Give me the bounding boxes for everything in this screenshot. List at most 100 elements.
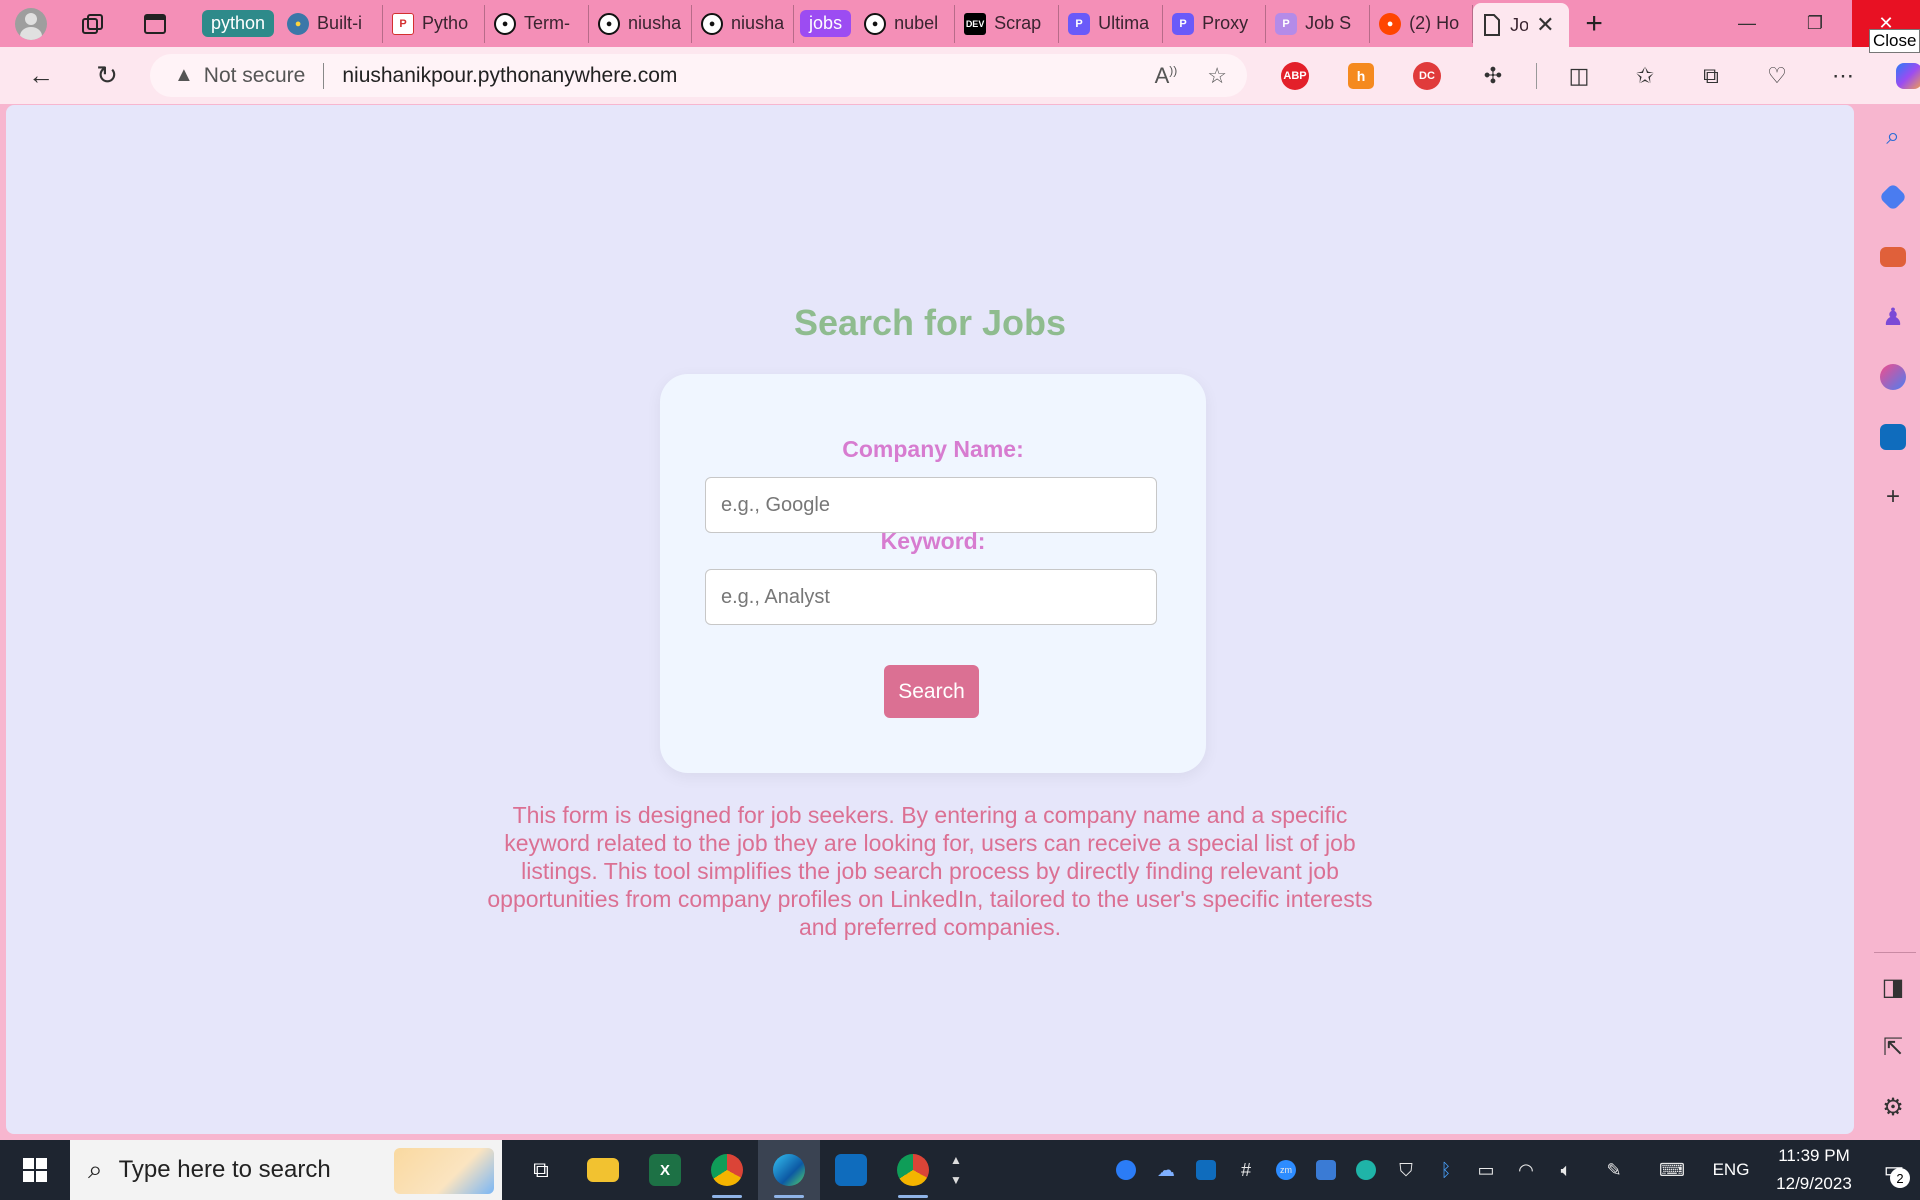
- tab-ultima[interactable]: P Ultima: [1059, 4, 1164, 43]
- tray-security[interactable]: ⛉: [1386, 1140, 1426, 1200]
- tray-wifi[interactable]: ◠: [1506, 1140, 1546, 1200]
- tray-edu[interactable]: [1346, 1140, 1386, 1200]
- tray-onedrive[interactable]: ☁: [1146, 1140, 1186, 1200]
- dc-extension[interactable]: DC: [1394, 47, 1460, 104]
- vertical-tabs-button[interactable]: [124, 0, 186, 47]
- restore-button[interactable]: ❐: [1781, 0, 1849, 47]
- new-tab-button[interactable]: +: [1569, 0, 1619, 47]
- tab-niusha-2[interactable]: ● niusha: [692, 4, 795, 43]
- tray-zoom[interactable]: zm: [1266, 1140, 1306, 1200]
- clock[interactable]: 11:39 PM 12/9/2023: [1760, 1142, 1868, 1198]
- sidebar-games-button[interactable]: ♟: [1866, 297, 1920, 337]
- company-name-input[interactable]: [705, 477, 1157, 533]
- minimize-button[interactable]: —: [1713, 0, 1781, 47]
- windows-taskbar: ⌕ Type here to search ⧉ X ▲ ▼ ☁ # zm ⛉ ᛒ …: [0, 1140, 1920, 1200]
- browser-essentials-button[interactable]: ♡: [1744, 47, 1810, 104]
- tab-python-pdf[interactable]: P Pytho: [383, 4, 486, 43]
- volume-icon: 🔈︎: [1560, 1159, 1572, 1180]
- app-icon: [1316, 1160, 1336, 1180]
- tray-battery[interactable]: ▭: [1466, 1140, 1506, 1200]
- tray-pen[interactable]: ✎: [1586, 1140, 1642, 1200]
- tab-group-python[interactable]: python: [196, 5, 278, 43]
- start-button[interactable]: [0, 1140, 70, 1200]
- sidebar-m365-button[interactable]: [1866, 357, 1920, 397]
- sidebar-outlook-button[interactable]: [1866, 417, 1920, 457]
- tab-built-in[interactable]: ● Built-i: [278, 4, 384, 43]
- tab-scrap[interactable]: DEV Scrap: [955, 4, 1060, 43]
- collections-button[interactable]: ⧉: [1678, 47, 1744, 104]
- tab-reddit[interactable]: ● (2) Ho: [1370, 4, 1474, 43]
- tab-label: Job S: [1305, 13, 1352, 33]
- favorites-button[interactable]: ✩: [1612, 47, 1678, 104]
- taskbar-scroll[interactable]: ▲ ▼: [944, 1140, 968, 1200]
- tray-keyboard[interactable]: ⌨: [1642, 1140, 1702, 1200]
- extensions-button[interactable]: ✣: [1460, 47, 1526, 104]
- language-indicator[interactable]: ENG: [1702, 1160, 1760, 1180]
- chrome-icon: [711, 1154, 743, 1186]
- sidebar-hide-button[interactable]: ◨: [1866, 967, 1920, 1007]
- outlook-app[interactable]: [820, 1140, 882, 1200]
- system-tray: ☁ # zm ⛉ ᛒ ▭ ◠ 🔈︎ ✎ ⌨ ENG 11:39 PM 12/9/…: [1106, 1140, 1920, 1200]
- sidebar-shopping-button[interactable]: [1866, 177, 1920, 217]
- tray-volume[interactable]: 🔈︎: [1546, 1140, 1586, 1200]
- settings-more-button[interactable]: ⋯: [1810, 47, 1876, 104]
- address-divider: [323, 62, 325, 89]
- security-label[interactable]: Not secure: [204, 64, 306, 88]
- notification-count-badge: 2: [1890, 1168, 1910, 1188]
- split-screen-button[interactable]: ◫: [1546, 47, 1612, 104]
- url-text[interactable]: niushanikpour.pythonanywhere.com: [342, 64, 677, 88]
- chrome-profile-app[interactable]: [882, 1140, 944, 1200]
- close-tab-icon[interactable]: ✕: [1536, 12, 1554, 38]
- address-bar[interactable]: ▲ Not secure niushanikpour.pythonanywher…: [150, 54, 1247, 97]
- tab-niusha-1[interactable]: ● niusha: [589, 4, 693, 43]
- tray-defender[interactable]: [1106, 1140, 1146, 1200]
- tray-bluetooth[interactable]: ᛒ: [1426, 1140, 1466, 1200]
- tab-list: python ● Built-i P Pytho ● Term- ● niush…: [196, 0, 1619, 47]
- tab-active-jobs[interactable]: Jo ✕: [1473, 3, 1570, 47]
- tray-app[interactable]: [1306, 1140, 1346, 1200]
- profile-button[interactable]: [0, 0, 62, 47]
- gear-icon: ⚙: [1882, 1093, 1904, 1121]
- refresh-button[interactable]: ↻: [74, 47, 140, 104]
- tab-job-s[interactable]: P Job S: [1266, 4, 1371, 43]
- tray-outlook[interactable]: [1186, 1140, 1226, 1200]
- keyword-input[interactable]: [705, 569, 1157, 625]
- battery-icon: ▭: [1477, 1159, 1495, 1180]
- back-button[interactable]: ←: [8, 47, 74, 104]
- tab-nubel[interactable]: ● nubel: [855, 4, 956, 43]
- tab-label: niusha: [628, 13, 682, 33]
- browser-toolbar: ← ↻ ▲ Not secure niushanikpour.pythonany…: [0, 47, 1920, 104]
- wifi-icon: ◠: [1518, 1159, 1534, 1180]
- sidebar-settings-button[interactable]: ⚙: [1866, 1087, 1920, 1127]
- honey-extension[interactable]: h: [1328, 47, 1394, 104]
- sidebar-tools-button[interactable]: [1866, 237, 1920, 277]
- sidebar-add-button[interactable]: +: [1866, 477, 1920, 517]
- favorite-star-icon[interactable]: ☆: [1207, 63, 1227, 89]
- sidebar-search-button[interactable]: ⌕: [1866, 117, 1920, 157]
- tab-group-jobs[interactable]: jobs: [794, 5, 855, 43]
- edge-app[interactable]: [758, 1140, 820, 1200]
- page-title: Search for Jobs: [793, 302, 1067, 343]
- search-icon: ⌕: [1886, 123, 1900, 150]
- excel-app[interactable]: X: [634, 1140, 696, 1200]
- notification-center-button[interactable]: ▭ 2: [1868, 1140, 1920, 1200]
- tray-slack[interactable]: #: [1226, 1140, 1266, 1200]
- adblock-extension[interactable]: ABP: [1262, 47, 1328, 104]
- tab-label: (2) Ho: [1409, 13, 1460, 33]
- tab-proxy[interactable]: P Proxy: [1163, 4, 1267, 43]
- copilot-button[interactable]: [1876, 47, 1920, 104]
- proxy-icon: P: [1275, 12, 1298, 35]
- chrome-app[interactable]: [696, 1140, 758, 1200]
- workspaces-button[interactable]: [62, 0, 124, 47]
- taskbar-search[interactable]: ⌕ Type here to search: [70, 1140, 502, 1200]
- tab-actions-icon: [144, 13, 166, 34]
- task-view-button[interactable]: ⧉: [510, 1140, 572, 1200]
- read-aloud-icon[interactable]: A)): [1155, 63, 1178, 89]
- sidebar-popout-button[interactable]: ⇱: [1866, 1027, 1920, 1067]
- warning-icon[interactable]: ▲: [174, 64, 194, 87]
- file-explorer-app[interactable]: [572, 1140, 634, 1200]
- search-button[interactable]: Search: [884, 665, 979, 718]
- chrome-icon: [897, 1154, 929, 1186]
- windows-logo-icon: [23, 1158, 47, 1182]
- tab-term[interactable]: ● Term-: [485, 4, 590, 43]
